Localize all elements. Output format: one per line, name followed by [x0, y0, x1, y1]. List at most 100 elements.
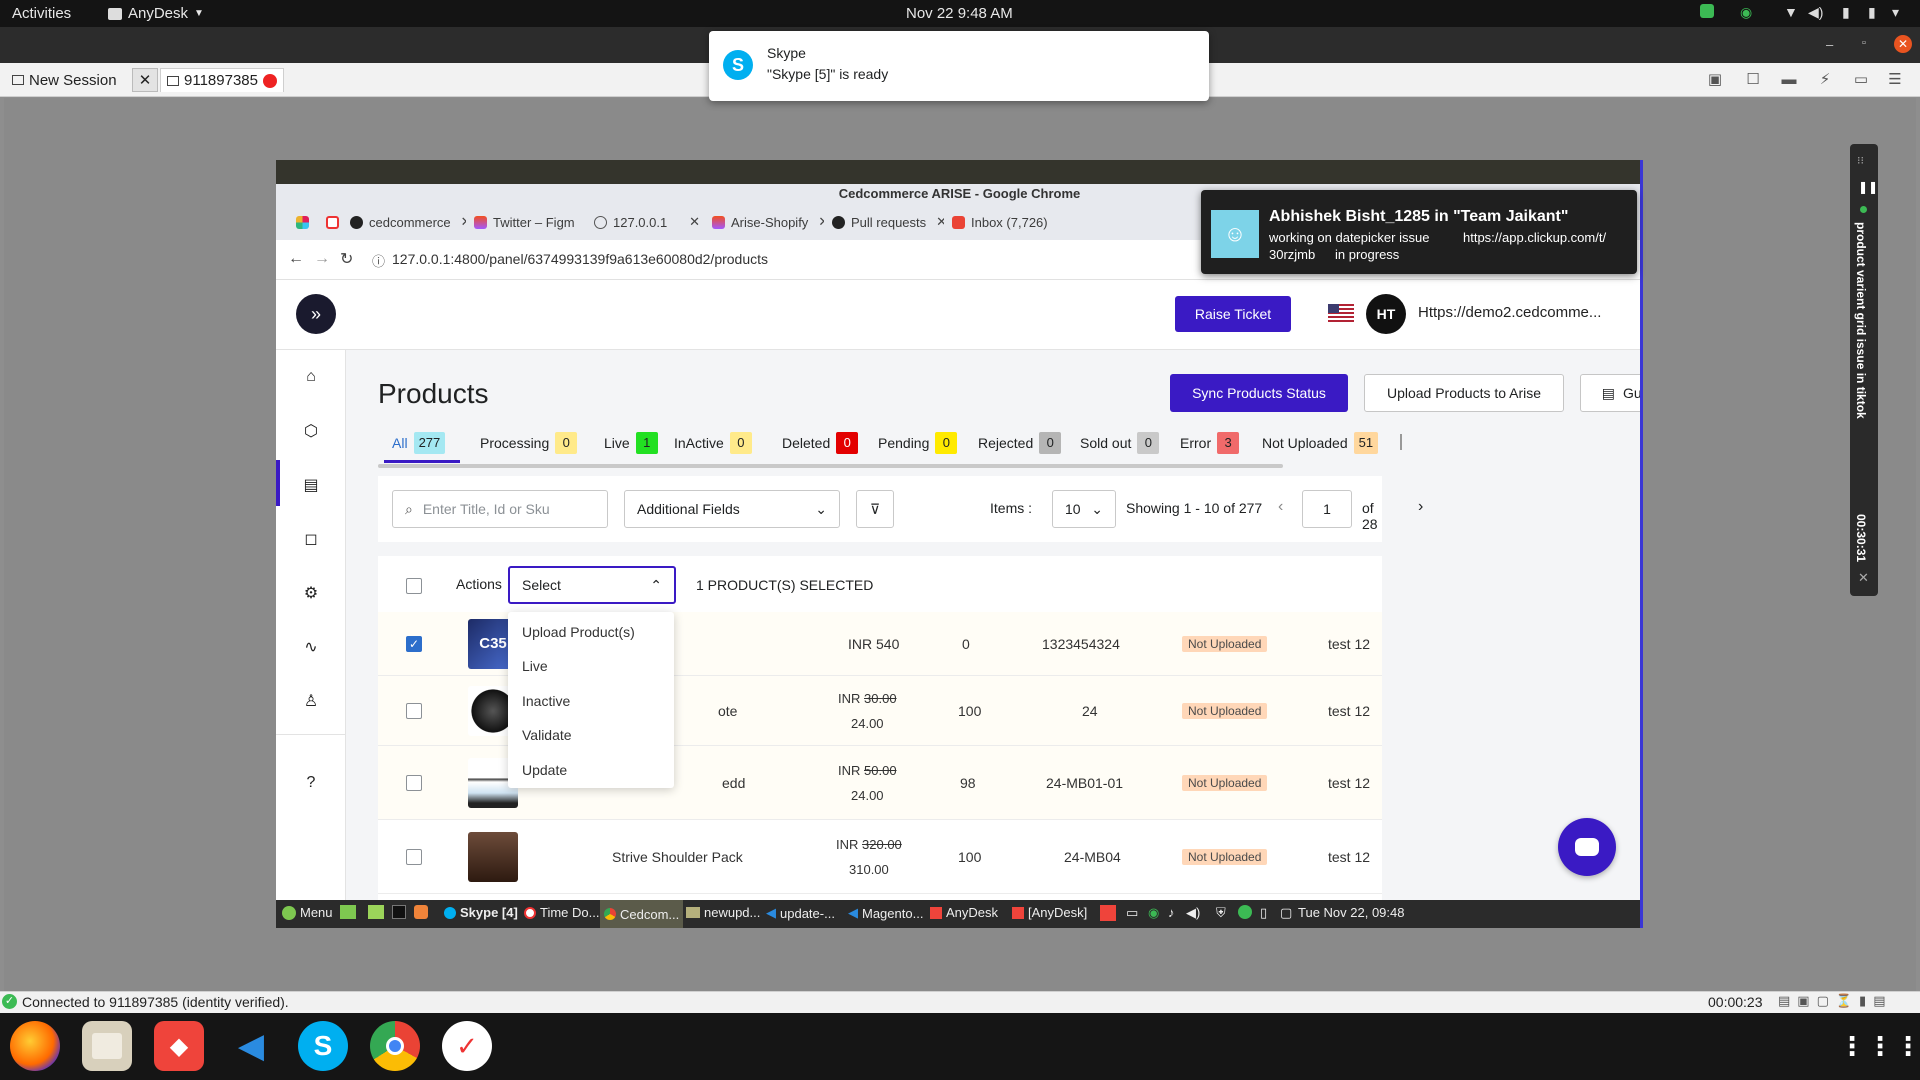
skype-icon[interactable]: S — [298, 1021, 348, 1071]
clipboard-icon[interactable]: ▯ — [1260, 905, 1267, 921]
close-icon[interactable]: ✕ — [461, 214, 466, 230]
volume-icon[interactable]: ◀) — [1186, 905, 1200, 921]
search-input[interactable]: ⌕ Enter Title, Id or Sku — [392, 490, 608, 528]
notification-link[interactable]: https://app.clickup.com/t/ — [1463, 230, 1606, 245]
us-flag-icon[interactable] — [1328, 304, 1354, 322]
close-icon[interactable]: ✕ — [689, 214, 700, 230]
taskbar-item[interactable]: ◀ update-... — [766, 905, 835, 921]
update-icon[interactable] — [1238, 905, 1252, 919]
back-icon[interactable]: ← — [288, 250, 304, 268]
store-url[interactable]: Https://demo2.cedcomme... — [1418, 304, 1601, 321]
chevron-down-icon[interactable]: ▾ — [1892, 4, 1899, 21]
pause-icon[interactable]: ❚❚ — [1858, 180, 1878, 194]
chat-icon[interactable]: ☐ — [1742, 69, 1764, 91]
upload-products-button[interactable]: Upload Products to Arise — [1364, 374, 1564, 412]
anydesk-tray-icon[interactable] — [1100, 905, 1116, 921]
close-icon[interactable]: ✕ — [585, 214, 586, 230]
table-row[interactable]: Strive Shoulder Pack INR 320.00 310.00 1… — [378, 820, 1382, 894]
menu-icon[interactable]: ☰ — [1884, 69, 1906, 91]
anydesk-icon[interactable]: ◆ — [154, 1021, 204, 1071]
reload-icon[interactable]: ↻ — [340, 249, 353, 269]
remote-desktop[interactable]: Cedcommerce ARISE - Google Chrome cedcom… — [276, 160, 1643, 928]
taskbar-item[interactable]: AnyDesk — [930, 905, 998, 920]
grid-icon[interactable]: ⁝⁝ — [1857, 154, 1864, 167]
menu-item-inactive[interactable]: Inactive — [522, 693, 570, 709]
gear-icon[interactable]: ⚙ — [292, 574, 330, 612]
items-per-page-select[interactable]: 10 ⌄ — [1052, 490, 1116, 528]
help-icon[interactable]: ? — [292, 764, 330, 802]
tab-processing[interactable]: Processing 0 — [480, 428, 578, 458]
previous-page-icon[interactable]: ‹ — [1278, 498, 1283, 516]
expand-sidebar-button[interactable]: » — [296, 294, 336, 334]
tab-inactive[interactable]: InActive 0 — [674, 428, 752, 458]
close-icon[interactable]: ✕ — [1894, 35, 1912, 53]
taskbar-item-active[interactable]: Cedcom... — [600, 900, 684, 928]
tab-live[interactable]: Live 1 — [604, 428, 658, 458]
close-icon[interactable]: ✕ — [936, 214, 944, 230]
vscode-icon[interactable]: ◀ — [226, 1021, 276, 1071]
sync-products-status-button[interactable]: Sync Products Status — [1170, 374, 1348, 412]
chrome-tab[interactable]: Arise-Shopify ✕ — [708, 207, 824, 237]
product-thumbnail[interactable] — [468, 831, 518, 882]
menu-item-live[interactable]: Live — [522, 658, 548, 674]
menu-item-validate[interactable]: Validate — [522, 727, 572, 743]
tab-scrollbar[interactable] — [378, 464, 1283, 468]
select-all-checkbox[interactable] — [406, 578, 422, 594]
clock[interactable]: Nov 22 9:48 AM — [906, 5, 1013, 22]
monitor-icon[interactable]: ▭ — [1126, 905, 1138, 921]
cedcommerce-icon-tab[interactable] — [322, 207, 343, 237]
tab-not-uploaded[interactable]: Not Uploaded 51 — [1262, 428, 1379, 458]
remote-menu-button[interactable]: Menu — [282, 905, 333, 920]
taskbar-item[interactable]: [AnyDesk] — [1012, 905, 1087, 920]
chrome-icon[interactable] — [370, 1021, 420, 1071]
taskbar-item[interactable]: ◀ Magento... — [848, 905, 923, 921]
actions-icon[interactable]: ⚡ — [1814, 69, 1836, 91]
app-icon[interactable] — [414, 905, 428, 919]
microphone-icon[interactable]: ♪ — [1168, 905, 1175, 920]
check-icon[interactable]: ◉ — [1148, 905, 1159, 921]
timedoctor-icon[interactable]: ✓ — [442, 1021, 492, 1071]
tab-error[interactable]: Error 3 — [1180, 428, 1240, 458]
tab-deleted[interactable]: Deleted 0 — [782, 428, 859, 458]
box-icon[interactable]: ⬡ — [292, 412, 330, 450]
volume-icon[interactable]: ◀) — [1808, 4, 1823, 21]
product-title[interactable]: edd — [722, 746, 745, 819]
tray-check-icon[interactable]: ◉ — [1740, 4, 1752, 21]
user-avatar[interactable]: HT — [1366, 294, 1406, 334]
shield-icon[interactable]: ⛨ — [1216, 905, 1226, 921]
workspace-icon[interactable]: ▢ — [1280, 905, 1292, 921]
chrome-tab[interactable]: Inbox (7,726) — [948, 207, 1048, 237]
slack-tab[interactable] — [292, 207, 313, 237]
product-title[interactable]: ote — [718, 676, 737, 745]
home-icon[interactable]: ⌂ — [292, 358, 330, 396]
document-icon[interactable]: ▤ — [292, 466, 330, 504]
status-tool-icons[interactable]: ▤▣▢⏳▮▤ — [1778, 993, 1892, 1009]
row-checkbox[interactable] — [406, 848, 422, 865]
actions-select[interactable]: Select ⌃ — [508, 566, 676, 604]
session-tab[interactable]: 911897385 — [160, 68, 284, 92]
chat-support-button[interactable] — [1558, 818, 1616, 876]
minimize-icon[interactable]: – — [1826, 37, 1833, 52]
show-desktop-icon[interactable] — [340, 905, 356, 919]
microphone-icon[interactable]: ▮ — [1842, 4, 1850, 21]
chrome-tab[interactable]: Pull requests ✕ — [828, 207, 944, 237]
chrome-tab[interactable]: 127.0.0.1 ✕ — [590, 207, 704, 237]
terminal-icon[interactable] — [392, 905, 406, 919]
raise-ticket-button[interactable]: Raise Ticket — [1175, 296, 1291, 332]
row-checkbox[interactable] — [406, 702, 422, 719]
chrome-tab[interactable]: Twitter – Figm ✕ — [470, 207, 586, 237]
clickup-notification[interactable]: ☺ Abhishek Bisht_1285 in "Team Jaikant" … — [1201, 190, 1637, 274]
filter-button[interactable]: ⊽ — [856, 490, 894, 528]
files-icon[interactable] — [82, 1021, 132, 1071]
user-icon[interactable]: ♙ — [292, 682, 330, 720]
chrome-tab[interactable]: cedcommerce ✕ — [346, 207, 466, 237]
menu-item-update[interactable]: Update — [522, 762, 567, 778]
taskbar-item[interactable]: newupd... — [686, 905, 760, 920]
additional-fields-select[interactable]: Additional Fields ⌄ — [624, 490, 840, 528]
firefox-icon[interactable] — [10, 1021, 60, 1071]
app-grid-icon[interactable]: ⋮⋮⋮ — [1839, 1021, 1920, 1071]
activity-icon[interactable]: ∿ — [292, 628, 330, 666]
wifi-icon[interactable]: ▼ — [1784, 4, 1798, 20]
product-title[interactable]: Strive Shoulder Pack — [612, 820, 743, 893]
forward-icon[interactable]: → — [314, 250, 330, 268]
